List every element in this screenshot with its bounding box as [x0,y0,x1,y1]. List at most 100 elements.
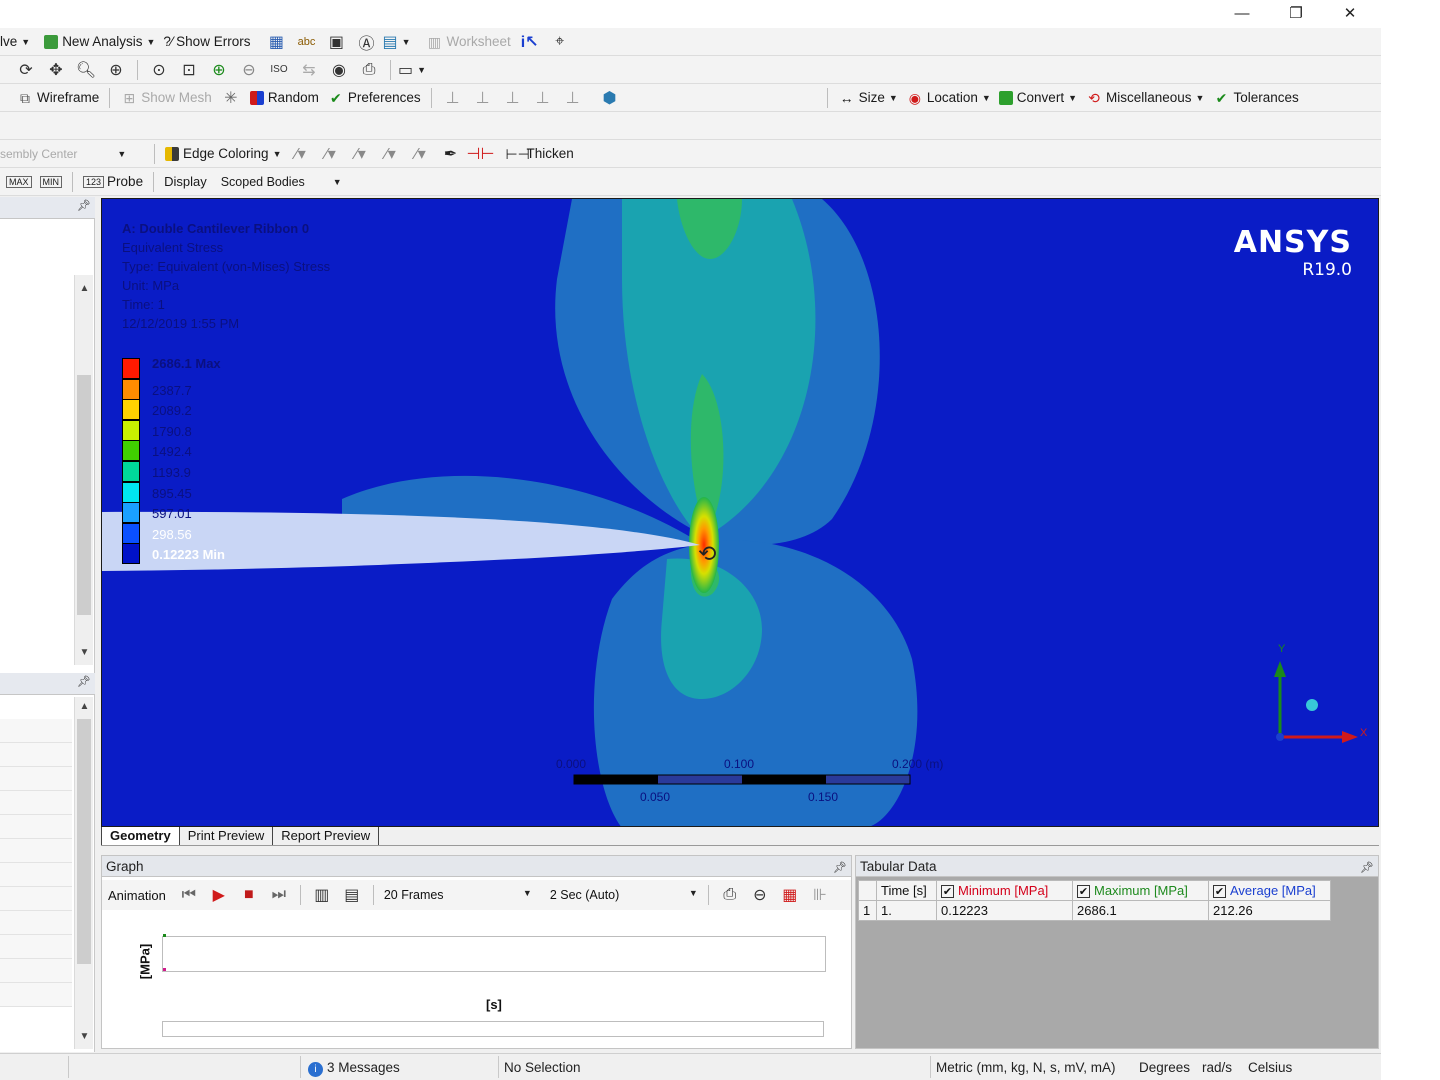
col-maximum-header[interactable]: ✔ Maximum [MPa] [1072,880,1209,901]
scoped-bodies-dropdown[interactable]: Scoped Bodies ▼ [217,171,357,193]
pan-icon[interactable]: ✥ [44,59,68,81]
details-row[interactable] [0,719,72,743]
rate-unit[interactable]: rad/s [1202,1058,1232,1078]
next-view-icon[interactable]: ◉ [327,59,351,81]
zoom-icon[interactable]: 🔍︎ [74,59,98,81]
tab-geometry[interactable]: Geometry [101,827,179,845]
graph-options-icon[interactable]: ⊪ [808,884,832,906]
magnifier-icon[interactable]: ⊖ [237,59,261,81]
show-mesh-button[interactable]: ⊞ Show Mesh [116,87,216,109]
zoom-graph-icon[interactable]: ⊖ [748,884,772,906]
timeline-bar[interactable] [162,1021,824,1037]
first-frame-icon[interactable]: ⏮ [177,884,201,906]
zoom-box-icon[interactable]: ⊡ [177,59,201,81]
scroll-up-icon[interactable]: ▲ [75,283,94,294]
details-row[interactable] [0,791,72,815]
edge-style-1-icon[interactable]: ⁄▾ [288,143,312,165]
text-annotation-icon[interactable]: Ⓐ [354,31,378,53]
outline-scrollbar[interactable]: ▲ ▼ [74,275,93,665]
new-analysis-button[interactable]: New Analysis ▼ [40,31,159,53]
angle-unit[interactable]: Degrees [1139,1058,1190,1078]
edge-style-5-icon[interactable]: ⁄▾ [408,143,432,165]
previous-view-icon[interactable]: ⇆ [297,59,321,81]
scroll-down-icon[interactable]: ▼ [75,1031,94,1042]
play-icon[interactable]: ▶ [207,884,231,906]
details-row[interactable] [0,863,72,887]
chart-grid-icon[interactable]: ▦ [778,884,802,906]
checkbox-average[interactable]: ✔ [1213,885,1226,898]
details-row[interactable] [0,935,72,959]
details-row[interactable] [0,815,72,839]
min-label-button[interactable]: MIN [36,171,67,193]
col-minimum-header[interactable]: ✔ Minimum [MPa] [936,880,1073,901]
axis-y-icon[interactable]: ⊥ [471,87,495,109]
wireframe-button[interactable]: ⧉ Wireframe [0,87,103,109]
thicken-button[interactable]: ⊢⊣ Thicken [501,143,577,165]
tab-report-preview[interactable]: Report Preview [272,827,380,845]
pin-icon[interactable]: 📌︎ [77,199,91,212]
cell-maximum[interactable]: 2686.1 [1072,900,1209,921]
edge-style-3-icon[interactable]: ⁄▾ [348,143,372,165]
random-colors-button[interactable]: Random [246,87,323,109]
zoom-to-fit-icon[interactable]: ⊙ [147,59,171,81]
col-time-header[interactable]: Time [s] [876,880,937,901]
info-pointer-icon[interactable]: i↖ [518,31,542,53]
table-row[interactable]: 1 1. 0.12223 2686.1 212.26 [858,900,1331,921]
axis-z-icon[interactable]: ⊥ [501,87,525,109]
worksheet-button[interactable]: ▥ Worksheet [421,31,514,53]
result-sets-icon[interactable]: ▤ [340,884,364,906]
details-row[interactable] [0,743,72,767]
details-row[interactable] [0,911,72,935]
preferences-button[interactable]: ✔ Preferences [323,87,425,109]
restore-button[interactable]: ❐ [1276,2,1316,26]
image-icon[interactable]: ▣ [324,31,348,53]
viewport-layout-icon[interactable]: ▭ ▼ [398,59,426,81]
pin-icon[interactable]: 📌︎ [1360,858,1374,879]
zoom-in-icon[interactable]: ⊕ [207,59,231,81]
pin-icon[interactable]: 📌︎ [833,858,847,879]
close-button[interactable]: ✕ [1330,2,1370,26]
explode-icon[interactable]: ✳ [219,87,243,109]
col-average-header[interactable]: ✔ Average [MPa] [1208,880,1331,901]
rotate-icon[interactable]: ⟳ [14,59,38,81]
scroll-down-icon[interactable]: ▼ [75,647,94,658]
axis-xy-icon[interactable]: ⊥ [531,87,555,109]
miscellaneous-dropdown[interactable]: ⟲ Miscellaneous ▼ [1081,87,1208,109]
scroll-thumb[interactable] [77,719,91,964]
tree-filter-icon[interactable]: ▦ [264,31,288,53]
stop-icon[interactable]: ■ [237,884,261,906]
temperature-unit[interactable]: Celsius [1248,1058,1292,1078]
iso-view-icon[interactable]: ISO [267,59,291,81]
edge-coloring-dropdown[interactable]: Edge Coloring ▼ [161,143,285,165]
details-row[interactable] [0,839,72,863]
checkbox-maximum[interactable]: ✔ [1077,885,1090,898]
details-row[interactable] [0,959,72,983]
checkbox-minimum[interactable]: ✔ [941,885,954,898]
cell-average[interactable]: 212.26 [1208,900,1331,921]
location-dropdown[interactable]: ◉ Location ▼ [902,87,995,109]
graphics-viewport[interactable]: ⟲ A: Double Cantilever Ribbon 0 Equivale… [101,198,1379,827]
export-video-icon[interactable]: ⎙ [718,884,742,906]
split-edge-icon[interactable]: ⊣⊢ [467,143,495,165]
assembly-center-dropdown[interactable]: sembly Center ▼ [0,143,148,165]
pin-tool-icon[interactable]: ✒ [438,143,462,165]
image-capture-icon[interactable]: ▤ ▼ [382,31,410,53]
probe-button[interactable]: 123 Probe [79,171,147,193]
cell-minimum[interactable]: 0.12223 [936,900,1073,921]
unit-system[interactable]: Metric (mm, kg, N, s, mV, mA) [936,1058,1116,1078]
axis-x-icon[interactable]: ⊥ [441,87,465,109]
edge-style-4-icon[interactable]: ⁄▾ [378,143,402,165]
scroll-up-icon[interactable]: ▲ [75,701,94,712]
box-icon[interactable]: ⬢ [598,87,622,109]
details-row[interactable] [0,983,72,1007]
details-scrollbar[interactable]: ▲ ▼ [74,697,93,1049]
abc-label-icon[interactable]: abc [294,31,318,53]
details-row[interactable] [0,887,72,911]
size-dropdown[interactable]: ↔ Size ▼ [834,87,902,109]
solve-button[interactable]: lve ▼ [0,31,34,53]
tag-icon[interactable]: ⌖ [548,31,572,53]
print-icon[interactable]: ⎙ [357,59,381,81]
messages-indicator[interactable]: i 3 Messages [308,1058,400,1078]
duration-dropdown[interactable]: 2 Sec (Auto) ▼ [546,888,702,902]
frames-dropdown[interactable]: 20 Frames ▼ [380,888,536,902]
